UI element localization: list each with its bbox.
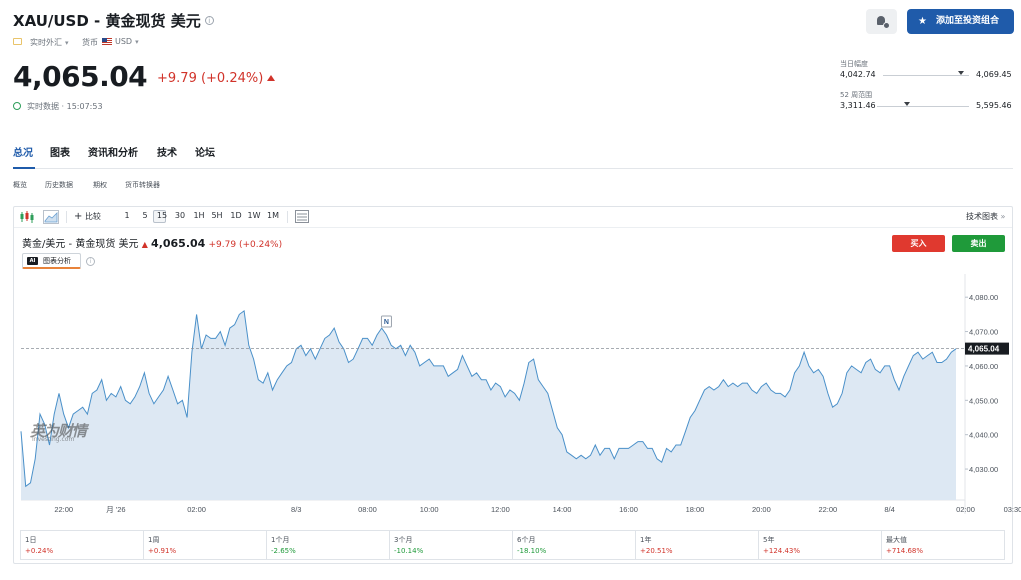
x-tick-label: 12:00 [491, 505, 510, 514]
y-tick-label: 4,050.00 [969, 396, 998, 405]
performance-cell[interactable]: 5年 +124.43% [759, 531, 882, 559]
x-tick-label: 03:30 [1004, 505, 1021, 514]
y-tick-label: 4,060.00 [969, 362, 998, 371]
performance-cell[interactable]: 1个月 -2.65% [267, 531, 390, 559]
performance-period: 最大值 [886, 536, 907, 544]
performance-value: -18.10% [517, 547, 547, 555]
y-tick-label: 4,080.00 [969, 293, 998, 302]
performance-period: 1年 [640, 536, 652, 544]
performance-strip: 1日 +0.24% 1周 +0.91% 1个月 -2.65% 3个月 -10.14% 6个月 -1… [20, 530, 1005, 560]
price-area-fill [21, 310, 956, 500]
y-tick-label: 4,030.00 [969, 465, 998, 474]
x-tick-label: 18:00 [686, 505, 705, 514]
x-tick-label: 22:00 [54, 505, 73, 514]
performance-period: 1周 [148, 536, 160, 544]
x-tick-label: 02:00 [187, 505, 206, 514]
x-tick-label: 10:00 [420, 505, 439, 514]
performance-value: +714.68% [886, 547, 924, 555]
performance-period: 6个月 [517, 536, 536, 544]
performance-period: 1日 [25, 536, 37, 544]
watermark-sub: Investing.com [32, 436, 75, 443]
performance-value: +0.24% [25, 547, 54, 555]
y-tick-label: 4,040.00 [969, 431, 998, 440]
performance-cell[interactable]: 6个月 -18.10% [513, 531, 636, 559]
x-tick-label: 20:00 [752, 505, 771, 514]
performance-cell[interactable]: 1周 +0.91% [144, 531, 267, 559]
news-marker-label: N [384, 319, 389, 326]
x-tick-label: 08:00 [358, 505, 377, 514]
x-tick-label: 8/3 [291, 505, 301, 514]
performance-value: -10.14% [394, 547, 424, 555]
x-tick-label: 16:00 [619, 505, 638, 514]
x-tick-label: 8/4 [884, 505, 894, 514]
x-tick-label: 22:00 [818, 505, 837, 514]
performance-cell[interactable]: 3个月 -10.14% [390, 531, 513, 559]
page-root: XAU/USD - 黄金现货 美元 i 实时外汇 ▾ 货币 USD ▾ ★ 添加至投资组… [0, 0, 1021, 580]
performance-cell[interactable]: 1日 +0.24% [21, 531, 144, 559]
y-tick-label: 4,070.00 [969, 328, 998, 337]
performance-period: 3个月 [394, 536, 413, 544]
x-tick-label: 14:00 [553, 505, 572, 514]
performance-cell[interactable]: 1年 +20.51% [636, 531, 759, 559]
performance-value: -2.65% [271, 547, 296, 555]
performance-cell[interactable]: 最大值 +714.68% [882, 531, 1004, 559]
performance-period: 5年 [763, 536, 775, 544]
price-chart[interactable]: 4,065.04 4,030.00 4,040.00 4,050.00 4,060.00… [0, 0, 1021, 580]
performance-period: 1个月 [271, 536, 290, 544]
performance-value: +0.91% [148, 547, 177, 555]
x-tick-label: 02:00 [956, 505, 975, 514]
performance-value: +124.43% [763, 547, 801, 555]
performance-value: +20.51% [640, 547, 673, 555]
current-price-label: 4,065.04 [968, 345, 1000, 354]
x-tick-label: 月 '26 [106, 505, 125, 514]
